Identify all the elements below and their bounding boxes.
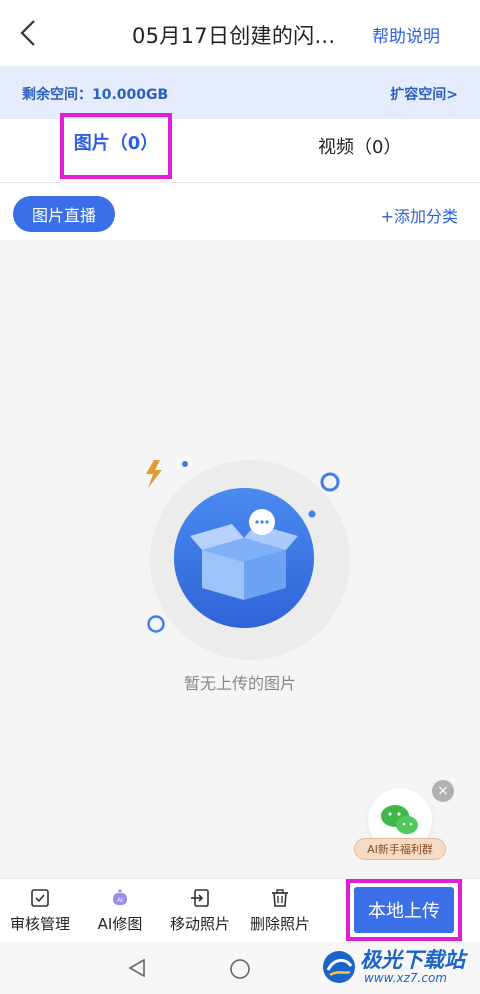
local-upload-button[interactable]: 本地上传 (354, 887, 454, 933)
watermark-url: www.xz7.com (364, 971, 447, 985)
storage-bar: 剩余空间：10.000GB 扩容空间> (0, 66, 480, 119)
ai-robot-icon: AI (109, 887, 131, 909)
delete-photos-label: 删除照片 (249, 915, 310, 933)
media-tabs: 图片（0） 视频（0） (0, 113, 480, 183)
remaining-space-text: 剩余空间：10.000GB (22, 87, 169, 103)
help-link[interactable]: 帮助说明 (372, 22, 440, 47)
ai-retouch-label: AI修图 (97, 915, 143, 933)
expand-space-link[interactable]: 扩容空间> (390, 84, 458, 104)
tab-photos[interactable]: 图片（0） (60, 113, 172, 179)
watermark-swirl-icon (323, 951, 355, 983)
delete-photos-button[interactable]: 删除照片 (244, 887, 316, 934)
ai-retouch-button[interactable]: AI AI修图 (84, 887, 156, 934)
add-category-button[interactable]: +添加分类 (381, 203, 458, 227)
nav-back-icon[interactable] (127, 958, 147, 978)
move-photos-label: 移动照片 (169, 915, 230, 933)
watermark-logo: 极光下载站 www.xz7.com (316, 944, 480, 990)
nav-home-icon[interactable] (229, 958, 251, 980)
trash-icon (269, 887, 291, 909)
move-icon (189, 887, 211, 909)
move-photos-button[interactable]: 移动照片 (164, 887, 236, 934)
wechat-group-float[interactable]: AI新手福利群 × (352, 780, 454, 870)
tab-photos-label: 图片（0） (73, 133, 159, 154)
tab-videos[interactable]: 视频（0） (318, 133, 401, 159)
back-arrow-icon[interactable] (16, 18, 42, 48)
wechat-group-label: AI新手福利群 (354, 838, 446, 860)
category-bar: 图片直播 +添加分类 (0, 184, 480, 240)
upload-highlight: 本地上传 (346, 879, 462, 941)
watermark-name: 极光下载站 (360, 948, 465, 972)
app-header: 05月17日创建的闪... 帮助说明 (0, 0, 480, 66)
svg-text:AI: AI (117, 898, 123, 904)
empty-box-illustration (146, 460, 350, 660)
page-title: 05月17日创建的闪... (132, 24, 336, 48)
category-chip-photo-live[interactable]: 图片直播 (13, 196, 115, 232)
bottom-action-bar: 审核管理 AI AI修图 移动照片 删除照片 本地上传 (0, 878, 480, 942)
review-manage-button[interactable]: 审核管理 (4, 887, 76, 934)
check-box-icon (29, 887, 51, 909)
empty-state-text: 暂无上传的图片 (183, 674, 296, 693)
review-manage-label: 审核管理 (9, 915, 70, 933)
close-float-icon[interactable]: × (432, 780, 454, 802)
content-area: 暂无上传的图片 AI新手福利群 × (0, 240, 480, 878)
